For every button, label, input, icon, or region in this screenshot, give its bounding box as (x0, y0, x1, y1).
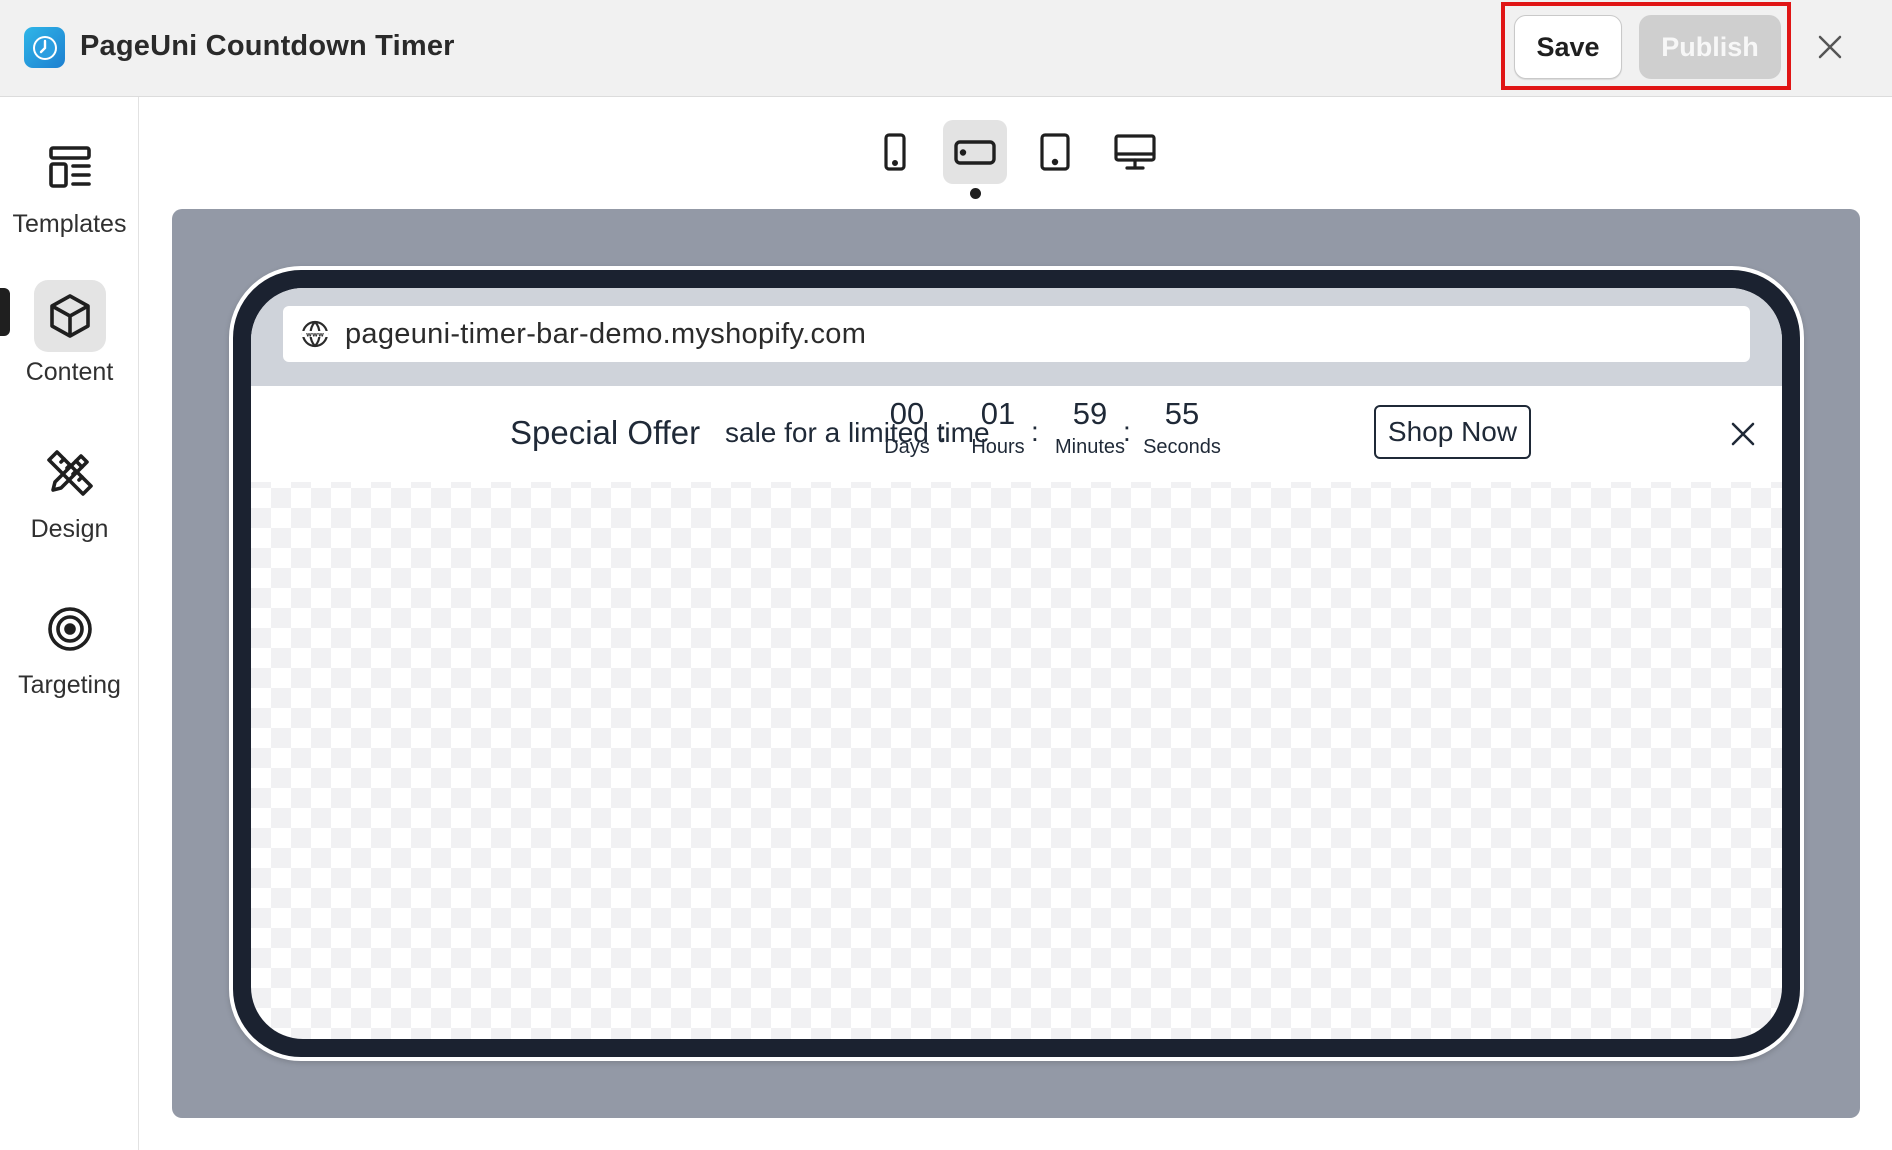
timer-value: 01 (980, 396, 1016, 431)
timer-separator: : (939, 416, 947, 447)
url-text: pageuni-timer-bar-demo.myshopify.com (345, 317, 867, 350)
countdown-timer-bar: Special Offer sale for a limited time 00… (251, 386, 1782, 482)
device-mobile-portrait-button[interactable] (863, 120, 927, 184)
tablet-icon (1040, 133, 1070, 171)
sidebar: Templates Content Design Targeting (0, 97, 139, 1150)
device-desktop-button[interactable] (1103, 120, 1167, 184)
sidebar-item-label: Content (25, 358, 114, 386)
sidebar-item-content[interactable]: Content (0, 280, 139, 387)
clock-icon (24, 27, 65, 68)
close-icon[interactable] (1725, 416, 1761, 452)
pencil-ruler-icon (34, 437, 106, 509)
cube-icon (33, 280, 106, 352)
timer-label: Days (884, 436, 930, 458)
svg-text:www: www (306, 331, 324, 339)
timer-label: Seconds (1143, 436, 1221, 458)
device-mobile-landscape-button[interactable] (943, 120, 1007, 184)
active-device-dot (970, 188, 981, 199)
desktop-icon (1114, 134, 1156, 170)
timer-value: 55 (1164, 396, 1200, 431)
sidebar-item-label: Design (30, 515, 109, 543)
sidebar-item-design[interactable]: Design (0, 437, 139, 544)
publish-button[interactable]: Publish (1639, 15, 1781, 79)
timer-unit-seconds: 55 Seconds (1142, 396, 1222, 459)
timer-value: 00 (889, 396, 925, 431)
browser-bar: www pageuni-timer-bar-demo.myshopify.com (251, 288, 1782, 386)
sidebar-item-targeting[interactable]: Targeting (0, 593, 139, 700)
timer-unit-days: 00 Days (867, 396, 947, 459)
sidebar-item-label: Templates (12, 210, 127, 238)
top-bar: PageUni Countdown Timer Save Publish (0, 0, 1892, 97)
timer-value: 59 (1072, 396, 1108, 431)
url-bar: www pageuni-timer-bar-demo.myshopify.com (283, 306, 1750, 362)
sidebar-item-label: Targeting (18, 671, 121, 699)
device-frame: www pageuni-timer-bar-demo.myshopify.com… (229, 266, 1804, 1061)
globe-www-icon: www (299, 318, 331, 350)
device-tablet-button[interactable] (1023, 120, 1087, 184)
shop-now-button[interactable]: Shop Now (1374, 405, 1531, 459)
offer-title: Special Offer (510, 414, 701, 451)
timer-separator: : (1031, 416, 1039, 447)
close-icon[interactable] (1810, 27, 1850, 67)
phone-icon (884, 133, 906, 171)
target-icon (34, 593, 106, 665)
sidebar-item-templates[interactable]: Templates (0, 132, 139, 239)
phone-landscape-icon (954, 140, 996, 165)
offer-subtitle: sale for a limited time (725, 417, 990, 448)
timer-unit-minutes: 59 Minutes (1050, 396, 1130, 459)
timer-label: Minutes (1054, 436, 1126, 458)
app-title: PageUni Countdown Timer (80, 30, 455, 62)
timer-separator: : (1123, 416, 1131, 447)
save-button[interactable]: Save (1514, 15, 1622, 79)
templates-icon (34, 132, 106, 204)
device-screen: www pageuni-timer-bar-demo.myshopify.com… (251, 288, 1782, 1039)
timer-label: Hours (971, 436, 1025, 458)
timer-unit-hours: 01 Hours (958, 396, 1038, 459)
